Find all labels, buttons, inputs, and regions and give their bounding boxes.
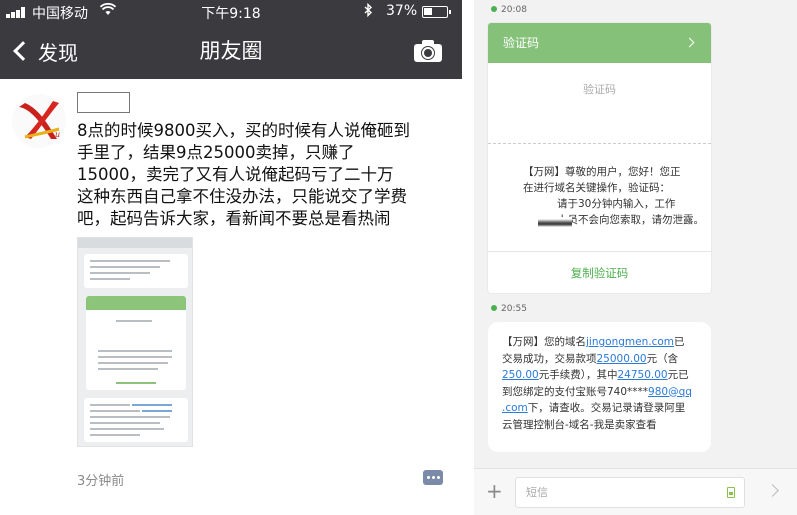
camera-icon[interactable] — [414, 40, 442, 62]
message-bubble: 【万网】您的域名jingongmen.com已 交易成功，交易款项25000.0… — [488, 322, 711, 452]
card-divider — [488, 143, 711, 144]
message-line: 【万网】您的域名jingongmen.com已 — [502, 336, 685, 348]
avatar[interactable]: u — [11, 93, 67, 149]
panel-divider — [462, 0, 474, 515]
plus-icon[interactable]: + — [486, 479, 503, 503]
verification-card: 验证码 验证码 【万网】尊敬的用户，您好！您正 在进行域名关键操作，验证码： 请… — [488, 23, 711, 293]
svg-text:u: u — [55, 130, 60, 139]
sms-screen: 20:08 验证码 验证码 【万网】尊敬的用户，您好！您正 在进行域名关键操作，… — [474, 0, 797, 515]
moments-screen: 中国移动 下午9:18 37% 发现 朋友圈 u 8点的时候9800买入，买的时… — [0, 0, 462, 515]
message-line: 交易成功，交易款项25000.00元（含 — [502, 352, 679, 365]
status-bar: 中国移动 下午9:18 37% — [0, 0, 462, 24]
card-body-line: 【万网】尊敬的用户，您好！您正 — [523, 166, 681, 178]
post-image[interactable] — [77, 237, 193, 447]
battery-percent: 37% — [386, 3, 418, 19]
sim-dot-icon — [491, 305, 497, 311]
post-line: 8点的时候9800买入，买的时候有人说俺砸到 — [77, 121, 410, 140]
sim-icon[interactable] — [727, 487, 735, 498]
card-body-line: 请于30分钟内输入，工作 — [557, 198, 676, 210]
copy-code-button[interactable]: 复制验证码 — [488, 251, 711, 293]
amount-link[interactable]: 25000.00 — [597, 353, 647, 365]
card-header-label: 验证码 — [503, 36, 540, 50]
post-line: 15000，卖完了又有人说俺起码亏了二十万 — [77, 165, 394, 184]
card-body-line: 在进行域名关键操作，验证码： — [523, 182, 670, 194]
message-line: 250.00元手续费），其中24750.00元已 — [502, 369, 689, 381]
post-line: 手里了，结果9点25000卖掉，只赚了 — [77, 143, 355, 162]
sim-dot-icon — [491, 6, 497, 12]
sms-input[interactable] — [515, 477, 745, 508]
nav-bar: 发现 朋友圈 — [0, 24, 462, 79]
domain-link[interactable]: jingongmen.com — [586, 336, 674, 348]
net-amount-link[interactable]: 24750.00 — [618, 369, 668, 381]
comment-icon[interactable] — [423, 470, 443, 485]
account-link[interactable]: 980@qq — [648, 386, 692, 398]
post-line: 吧，起码告诉大家，看新闻不要总是看热闹 — [77, 209, 391, 228]
page-title: 朋友圈 — [199, 39, 263, 63]
account-link[interactable]: .com — [502, 402, 528, 414]
message-timestamp: 20:55 — [491, 304, 527, 314]
message-line: 到您绑定的支付宝账号740****980@qq — [502, 385, 692, 398]
post-content: 8点的时候9800买入，买的时候有人说俺砸到 手里了，结果9点25000卖掉，只… — [77, 120, 449, 230]
send-icon[interactable] — [766, 484, 779, 497]
bluetooth-icon — [364, 2, 373, 21]
post-line: 这种东西自己拿不住没办法，只能说交了学费 — [77, 187, 407, 206]
redacted-username — [77, 92, 130, 113]
message-line: 云管理控制台-域名-我是卖家查看 — [502, 418, 657, 431]
compose-bar: + — [474, 468, 797, 515]
redaction-mark — [538, 217, 572, 227]
fee-link[interactable]: 250.00 — [502, 369, 539, 381]
message-timestamp: 20:08 — [491, 5, 527, 15]
chevron-right-icon — [684, 37, 695, 48]
card-subtitle: 验证码 — [583, 83, 616, 96]
post-time: 3分钟前 — [77, 474, 125, 489]
card-header[interactable]: 验证码 — [488, 23, 711, 63]
message-line: .com下，请查收。交易记录请登录阿里 — [502, 402, 686, 414]
battery-icon — [422, 6, 451, 18]
